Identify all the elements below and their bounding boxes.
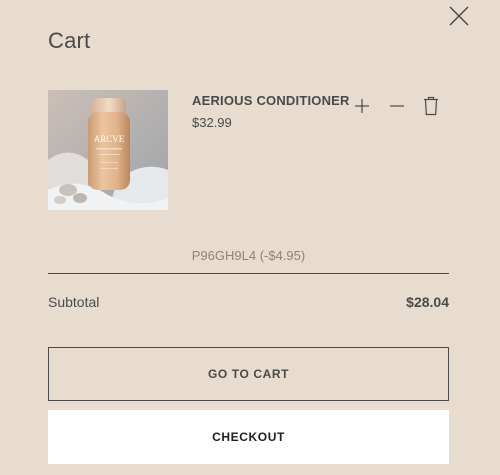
product-image[interactable]: ARCVE bbox=[48, 90, 168, 210]
product-price: $32.99 bbox=[192, 115, 232, 130]
discount-code: P96GH9L4 (-$4.95) bbox=[191, 248, 306, 263]
remove-item-button[interactable] bbox=[423, 96, 439, 116]
close-icon bbox=[449, 6, 469, 26]
product-photo: ARCVE bbox=[48, 90, 168, 210]
minus-icon bbox=[390, 105, 404, 107]
decrease-quantity-button[interactable] bbox=[389, 98, 405, 114]
increase-quantity-button[interactable] bbox=[354, 98, 370, 114]
cart-drawer: Cart ARCVE AERIOUS CONDITIONER $32.99 P9… bbox=[0, 0, 500, 475]
product-name: AERIOUS CONDITIONER bbox=[192, 93, 350, 108]
close-button[interactable] bbox=[448, 5, 470, 27]
trash-icon bbox=[424, 96, 438, 116]
go-to-cart-button[interactable]: GO TO CART bbox=[48, 347, 449, 401]
subtotal-value: $28.04 bbox=[406, 294, 449, 310]
subtotal-label: Subtotal bbox=[48, 294, 100, 310]
summary-divider bbox=[48, 273, 449, 274]
cart-title: Cart bbox=[48, 28, 91, 53]
checkout-button[interactable]: CHECKOUT bbox=[48, 410, 449, 464]
plus-icon bbox=[355, 99, 369, 113]
product-brand-text: ARCVE bbox=[94, 134, 125, 144]
